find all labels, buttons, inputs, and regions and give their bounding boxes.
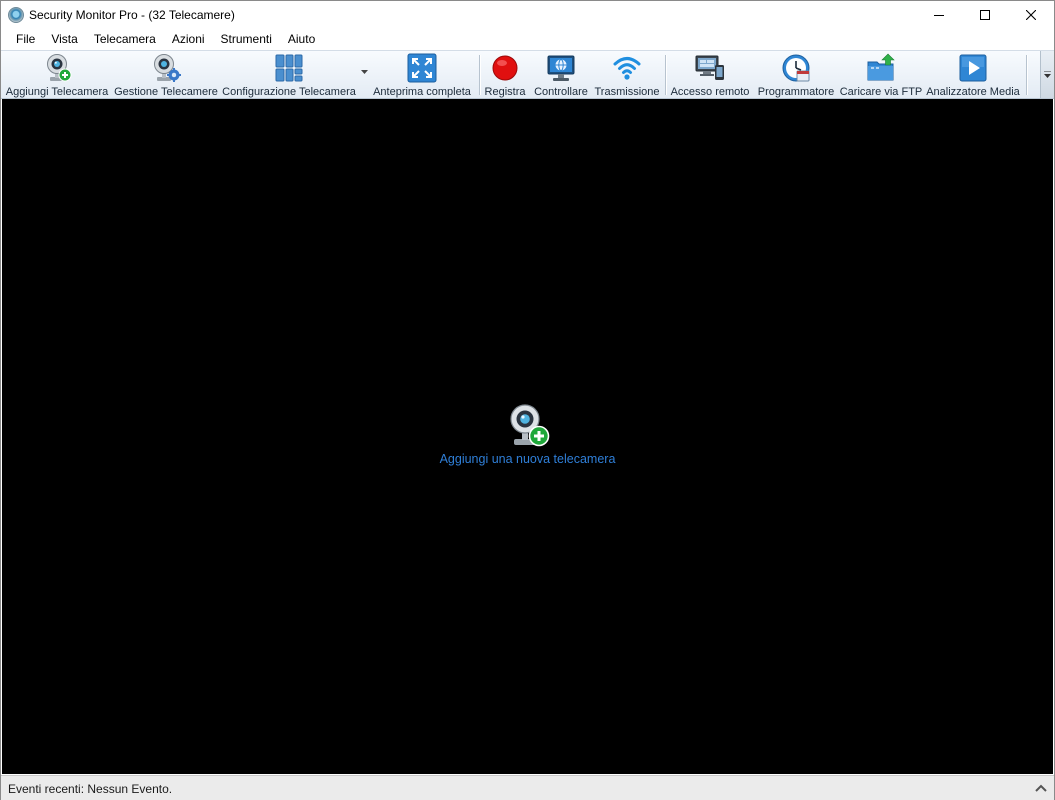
toolbar-separator <box>1026 55 1027 95</box>
play-icon <box>958 53 988 83</box>
record-label: Registra <box>484 86 526 98</box>
menu-bar: File Vista Telecamera Azioni Strumenti A… <box>1 29 1054 49</box>
fullscreen-icon <box>407 53 437 83</box>
camera-config-button[interactable]: Configurazione Telecamera <box>222 52 356 98</box>
maximize-icon <box>980 10 990 20</box>
maximize-button[interactable] <box>962 1 1008 29</box>
chevron-up-icon[interactable] <box>1034 782 1048 794</box>
menu-vista[interactable]: Vista <box>43 29 85 49</box>
monitor-button[interactable]: Controllare <box>532 52 590 98</box>
media-analyzer-label: Analizzatore Media <box>926 86 1020 98</box>
folder-upload-icon <box>866 53 896 83</box>
broadcast-button[interactable]: Trasmissione <box>594 52 660 98</box>
record-icon <box>490 53 520 83</box>
remote-access-label: Accesso remoto <box>670 86 750 98</box>
camera-config-dropdown[interactable] <box>359 67 369 77</box>
ftp-upload-button[interactable]: Caricare via FTP <box>839 52 923 98</box>
app-window: Security Monitor Pro - (32 Telecamere) F… <box>0 0 1055 800</box>
window-title: Security Monitor Pro - (32 Telecamere) <box>29 8 235 22</box>
scheduler-button[interactable]: Programmatore <box>756 52 836 98</box>
toolbar: Aggiungi Telecamera Gestione Telecamere … <box>1 50 1054 99</box>
media-analyzer-button[interactable]: Analizzatore Media <box>926 52 1020 98</box>
monitor-label: Controllare <box>534 86 588 98</box>
ftp-upload-label: Caricare via FTP <box>839 86 923 98</box>
remote-devices-icon <box>695 53 725 83</box>
toolbar-separator <box>665 55 666 95</box>
manage-cameras-label: Gestione Telecamere <box>114 86 218 98</box>
menu-telecamera[interactable]: Telecamera <box>86 29 164 49</box>
add-new-camera-link[interactable]: Aggiungi una nuova telecamera <box>440 452 616 466</box>
minimize-button[interactable] <box>916 1 962 29</box>
menu-file[interactable]: File <box>8 29 43 49</box>
camera-view-area[interactable]: Aggiungi una nuova telecamera <box>2 99 1053 774</box>
add-camera-button[interactable]: Aggiungi Telecamera <box>5 52 109 98</box>
webcam-add-icon[interactable] <box>505 403 551 449</box>
chevron-down-icon <box>1044 70 1051 78</box>
title-bar[interactable]: Security Monitor Pro - (32 Telecamere) <box>1 1 1054 29</box>
add-camera-label: Aggiungi Telecamera <box>5 86 109 98</box>
menu-aiuto[interactable]: Aiuto <box>280 29 323 49</box>
full-preview-button[interactable]: Anteprima completa <box>371 52 473 98</box>
recent-events-status: Eventi recenti: Nessun Evento. <box>8 781 173 796</box>
add-new-camera-prompt[interactable]: Aggiungi una nuova telecamera <box>2 403 1053 466</box>
grid-layout-icon <box>274 53 304 83</box>
manage-cameras-button[interactable]: Gestione Telecamere <box>114 52 218 98</box>
full-preview-label: Anteprima completa <box>373 86 471 98</box>
status-bar: Eventi recenti: Nessun Evento. <box>1 775 1054 800</box>
scheduler-label: Programmatore <box>757 86 835 98</box>
toolbar-overflow-button[interactable] <box>1040 51 1054 98</box>
camera-config-label: Configurazione Telecamera <box>222 86 356 98</box>
wifi-icon <box>612 53 642 83</box>
record-button[interactable]: Registra <box>483 52 527 98</box>
menu-strumenti[interactable]: Strumenti <box>213 29 280 49</box>
broadcast-label: Trasmissione <box>594 86 660 98</box>
clock-calendar-icon <box>781 53 811 83</box>
menu-azioni[interactable]: Azioni <box>164 29 213 49</box>
close-button[interactable] <box>1008 1 1054 29</box>
dropdown-arrow-icon <box>360 70 368 74</box>
remote-access-button[interactable]: Accesso remoto <box>669 52 751 98</box>
close-icon <box>1026 10 1036 20</box>
minimize-icon <box>934 15 944 16</box>
webcam-gear-icon <box>151 53 181 83</box>
webcam-add-icon <box>42 53 72 83</box>
window-controls <box>916 1 1054 29</box>
app-logo-icon <box>8 7 24 23</box>
toolbar-separator <box>479 55 480 95</box>
monitor-globe-icon <box>546 53 576 83</box>
